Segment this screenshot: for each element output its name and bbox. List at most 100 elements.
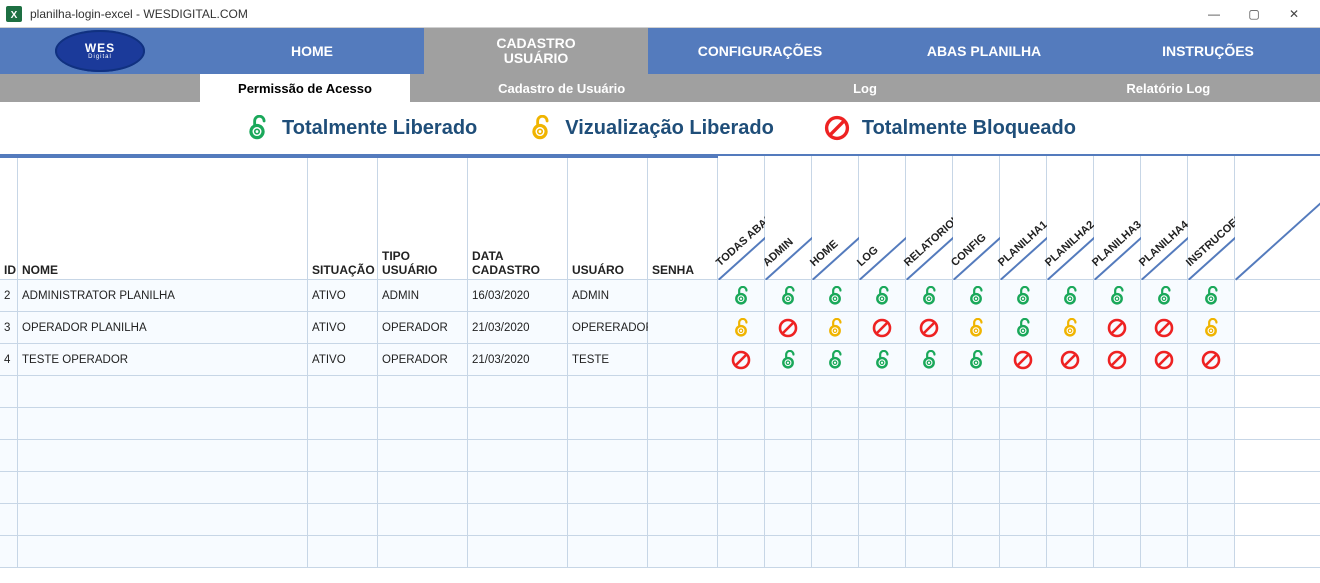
cell-perm[interactable] [812, 280, 859, 311]
cell-perm[interactable] [859, 344, 906, 375]
table-row[interactable]: 2ADMINISTRATOR PLANILHAATIVOADMIN16/03/2… [0, 280, 1320, 312]
empty-row [0, 504, 1320, 536]
nav-abas-planilha[interactable]: ABAS PLANILHA [872, 28, 1096, 74]
cell-perm[interactable] [906, 344, 953, 375]
lock-open-icon [1201, 286, 1221, 306]
lock-open-icon [1013, 286, 1033, 306]
empty-row [0, 472, 1320, 504]
nav-home[interactable]: HOME [200, 28, 424, 74]
window-minimize-button[interactable]: — [1194, 0, 1234, 28]
cell-perm[interactable] [1094, 312, 1141, 343]
block-icon [1154, 318, 1174, 338]
cell-perm[interactable] [765, 312, 812, 343]
cell-usuario: OPERERADOR [568, 312, 648, 343]
cell-perm[interactable] [953, 312, 1000, 343]
block-icon [1107, 350, 1127, 370]
cell-perm[interactable] [859, 280, 906, 311]
cell-id: 4 [0, 344, 18, 375]
header-perm-planilha1: PLANILHA1 [1000, 156, 1047, 279]
header-id: ID [0, 156, 18, 279]
header-perm-planilha4: PLANILHA4 [1141, 156, 1188, 279]
lock-view-icon [527, 115, 553, 141]
lock-open-icon [825, 350, 845, 370]
lock-open-icon [1154, 286, 1174, 306]
cell-perm[interactable] [1141, 280, 1188, 311]
nav-configuracoes[interactable]: CONFIGURAÇÕES [648, 28, 872, 74]
lock-open-icon [778, 286, 798, 306]
cell-perm[interactable] [812, 312, 859, 343]
logo-main: WES [85, 42, 115, 54]
cell-senha [648, 344, 718, 375]
cell-perm[interactable] [812, 344, 859, 375]
cell-perm[interactable] [1000, 344, 1047, 375]
table-header-row: ID NOME SITUAÇÃO TIPO USUÁRIO DATA CADAS… [0, 156, 1320, 280]
table-row[interactable]: 4TESTE OPERADORATIVOOPERADOR21/03/2020TE… [0, 344, 1320, 376]
cell-perm[interactable] [718, 280, 765, 311]
cell-tipo: OPERADOR [378, 312, 468, 343]
lock-open-icon [244, 115, 270, 141]
header-perm-todas-abas: TODAS ABAS [718, 156, 765, 279]
cell-perm[interactable] [1188, 344, 1235, 375]
header-perm-planilha2: PLANILHA2 [1047, 156, 1094, 279]
cell-perm[interactable] [1188, 312, 1235, 343]
subnav-relatorio-log[interactable]: Relatório Log [1017, 74, 1320, 102]
cell-perm[interactable] [765, 280, 812, 311]
header-situacao: SITUAÇÃO [308, 156, 378, 279]
block-icon [778, 318, 798, 338]
cell-perm[interactable] [718, 312, 765, 343]
cell-perm[interactable] [906, 280, 953, 311]
window-maximize-button[interactable]: ▢ [1234, 0, 1274, 28]
cell-perm[interactable] [953, 280, 1000, 311]
cell-perm[interactable] [1094, 280, 1141, 311]
block-icon [1154, 350, 1174, 370]
cell-senha [648, 280, 718, 311]
nav-instrucoes[interactable]: INSTRUÇÕES [1096, 28, 1320, 74]
cell-perm[interactable] [1000, 312, 1047, 343]
cell-id: 3 [0, 312, 18, 343]
lock-open-icon [1060, 286, 1080, 306]
table-row[interactable]: 3OPERADOR PLANILHAATIVOOPERADOR21/03/202… [0, 312, 1320, 344]
lock-view-icon [1201, 318, 1221, 338]
lock-open-icon [966, 286, 986, 306]
subnav-permissao-de-acesso[interactable]: Permissão de Acesso [200, 74, 410, 102]
cell-perm[interactable] [1047, 312, 1094, 343]
cell-tipo: ADMIN [378, 280, 468, 311]
main-navbar: WES Digital HOME CADASTROUSUÁRIO CONFIGU… [0, 28, 1320, 74]
cell-perm[interactable] [953, 344, 1000, 375]
cell-data: 16/03/2020 [468, 280, 568, 311]
cell-perm[interactable] [859, 312, 906, 343]
cell-perm[interactable] [1047, 280, 1094, 311]
lock-open-icon [919, 350, 939, 370]
cell-perm[interactable] [765, 344, 812, 375]
header-usuario: USUÁRO [568, 156, 648, 279]
cell-perm[interactable] [1000, 280, 1047, 311]
lock-open-icon [1107, 286, 1127, 306]
cell-situacao: ATIVO [308, 280, 378, 311]
cell-usuario: ADMIN [568, 280, 648, 311]
subnav-cadastro-de-usuario[interactable]: Cadastro de Usuário [410, 74, 713, 102]
window-titlebar: planilha-login-excel - WESDIGITAL.COM — … [0, 0, 1320, 28]
lock-open-icon [872, 286, 892, 306]
window-close-button[interactable]: ✕ [1274, 0, 1314, 28]
cell-perm[interactable] [1188, 280, 1235, 311]
legend-open: Totalmente Liberado [244, 115, 477, 141]
cell-perm[interactable] [1141, 312, 1188, 343]
subnav-log[interactable]: Log [713, 74, 1016, 102]
cell-perm[interactable] [906, 312, 953, 343]
header-perm-admin: ADMIN [765, 156, 812, 279]
cell-perm[interactable] [1047, 344, 1094, 375]
header-extra [1235, 156, 1320, 279]
permissions-sheet: ID NOME SITUAÇÃO TIPO USUÁRIO DATA CADAS… [0, 156, 1320, 568]
block-icon [919, 318, 939, 338]
cell-senha [648, 312, 718, 343]
cell-perm[interactable] [718, 344, 765, 375]
header-data: DATA CADASTRO [468, 156, 568, 279]
lock-open-icon [919, 286, 939, 306]
cell-perm[interactable] [1141, 344, 1188, 375]
nav-cadastro-usuario[interactable]: CADASTROUSUÁRIO [424, 28, 648, 74]
block-icon [872, 318, 892, 338]
legend-block: Totalmente Bloqueado [824, 115, 1076, 141]
lock-open-icon [731, 286, 751, 306]
cell-perm[interactable] [1094, 344, 1141, 375]
logo-sub: Digital [88, 54, 112, 60]
